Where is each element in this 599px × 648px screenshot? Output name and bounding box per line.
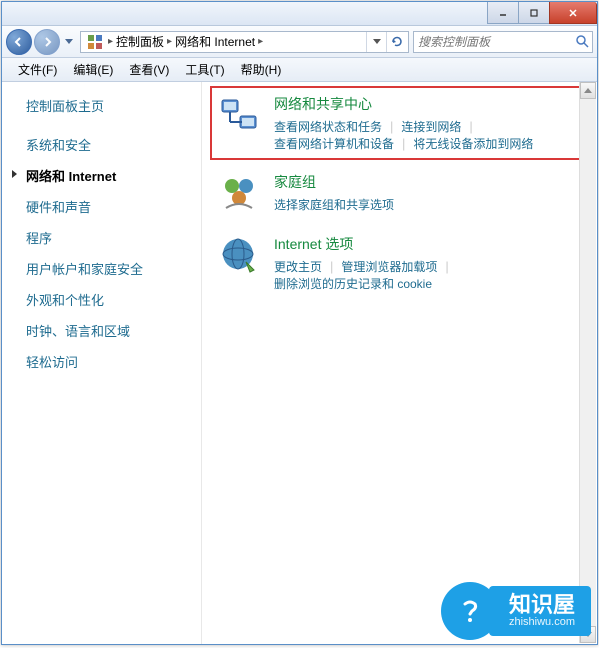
menu-file[interactable]: 文件(F) <box>10 61 65 78</box>
search-icon[interactable] <box>575 34 589 50</box>
control-panel-icon <box>87 34 103 50</box>
category-homegroup: 家庭组 选择家庭组和共享选项 <box>218 172 581 214</box>
homegroup-icon <box>218 172 260 214</box>
breadcrumb-item[interactable]: 控制面板 <box>114 33 166 50</box>
close-button[interactable] <box>549 2 597 24</box>
chevron-right-icon[interactable]: ▸ <box>258 36 263 47</box>
forward-button[interactable] <box>34 29 60 55</box>
watermark-subtitle: zhishiwu.com <box>509 616 575 628</box>
menu-view[interactable]: 查看(V) <box>121 61 177 78</box>
separator: | <box>445 259 448 274</box>
link-manage-addons[interactable]: 管理浏览器加载项 <box>341 258 437 275</box>
watermark-title: 知识屋 <box>509 594 575 616</box>
sidebar-item-appearance[interactable]: 外观和个性化 <box>12 284 191 315</box>
link-view-status[interactable]: 查看网络状态和任务 <box>274 118 382 135</box>
separator: | <box>402 136 405 151</box>
breadcrumb-item[interactable]: 网络和 Internet <box>173 33 257 50</box>
watermark-icon <box>441 582 499 640</box>
sidebar-item-network[interactable]: 网络和 Internet <box>12 160 191 191</box>
main-panel: 网络和共享中心 查看网络状态和任务 | 连接到网络 | 查看网络计算机和设备 |… <box>202 82 597 644</box>
menu-edit[interactable]: 编辑(E) <box>65 61 121 78</box>
watermark-logo: 知识屋 zhishiwu.com <box>441 582 591 640</box>
titlebar <box>2 2 597 26</box>
category-internet-options: Internet 选项 更改主页 | 管理浏览器加载项 | 删除浏览的历史记录和… <box>218 234 581 292</box>
homegroup-title[interactable]: 家庭组 <box>274 172 316 192</box>
breadcrumb: ▸ 控制面板 ▸ 网络和 Internet ▸ <box>107 33 366 50</box>
refresh-button[interactable] <box>386 32 406 52</box>
back-button[interactable] <box>6 29 32 55</box>
sidebar: 控制面板主页 系统和安全 网络和 Internet 硬件和声音 程序 用户帐户和… <box>2 82 202 644</box>
search-box[interactable] <box>413 31 593 53</box>
menubar: 文件(F) 编辑(E) 查看(V) 工具(T) 帮助(H) <box>2 58 597 82</box>
sidebar-item-hardware[interactable]: 硬件和声音 <box>12 191 191 222</box>
vertical-scrollbar[interactable] <box>579 82 596 643</box>
sidebar-item-clock[interactable]: 时钟、语言和区域 <box>12 315 191 346</box>
separator: | <box>469 119 472 134</box>
address-bar[interactable]: ▸ 控制面板 ▸ 网络和 Internet ▸ <box>80 31 409 53</box>
link-view-computers[interactable]: 查看网络计算机和设备 <box>274 135 394 152</box>
category-network-sharing: 网络和共享中心 查看网络状态和任务 | 连接到网络 | 查看网络计算机和设备 |… <box>210 86 589 160</box>
internet-options-icon <box>218 234 260 276</box>
content-area: 控制面板主页 系统和安全 网络和 Internet 硬件和声音 程序 用户帐户和… <box>2 82 597 644</box>
dropdown-icon[interactable] <box>366 32 386 52</box>
network-sharing-icon <box>218 94 260 136</box>
sidebar-item-accounts[interactable]: 用户帐户和家庭安全 <box>12 253 191 284</box>
link-homegroup-options[interactable]: 选择家庭组和共享选项 <box>274 196 394 213</box>
link-delete-history[interactable]: 删除浏览的历史记录和 cookie <box>274 275 432 292</box>
window-controls <box>488 2 597 25</box>
link-connect-network[interactable]: 连接到网络 <box>401 118 461 135</box>
sidebar-item-access[interactable]: 轻松访问 <box>12 346 191 377</box>
sidebar-item-programs[interactable]: 程序 <box>12 222 191 253</box>
menu-tools[interactable]: 工具(T) <box>177 61 232 78</box>
scroll-up-icon[interactable] <box>580 82 596 99</box>
sidebar-item-system[interactable]: 系统和安全 <box>12 129 191 160</box>
separator: | <box>390 119 393 134</box>
separator: | <box>330 259 333 274</box>
link-change-homepage[interactable]: 更改主页 <box>274 258 322 275</box>
network-sharing-title[interactable]: 网络和共享中心 <box>274 94 372 114</box>
chevron-right-icon[interactable]: ▸ <box>167 36 172 47</box>
search-input[interactable] <box>418 35 575 49</box>
link-add-wireless[interactable]: 将无线设备添加到网络 <box>413 135 533 152</box>
maximize-button[interactable] <box>518 2 550 24</box>
internet-options-title[interactable]: Internet 选项 <box>274 234 353 254</box>
sidebar-home-link[interactable]: 控制面板主页 <box>12 96 191 115</box>
chevron-right-icon[interactable]: ▸ <box>108 36 113 47</box>
menu-help[interactable]: 帮助(H) <box>233 61 290 78</box>
control-panel-window: ▸ 控制面板 ▸ 网络和 Internet ▸ 文件(F) 编辑(E) 查看(V… <box>1 1 598 645</box>
history-dropdown-icon[interactable] <box>62 32 76 52</box>
navbar: ▸ 控制面板 ▸ 网络和 Internet ▸ <box>2 26 597 58</box>
minimize-button[interactable] <box>487 2 519 24</box>
